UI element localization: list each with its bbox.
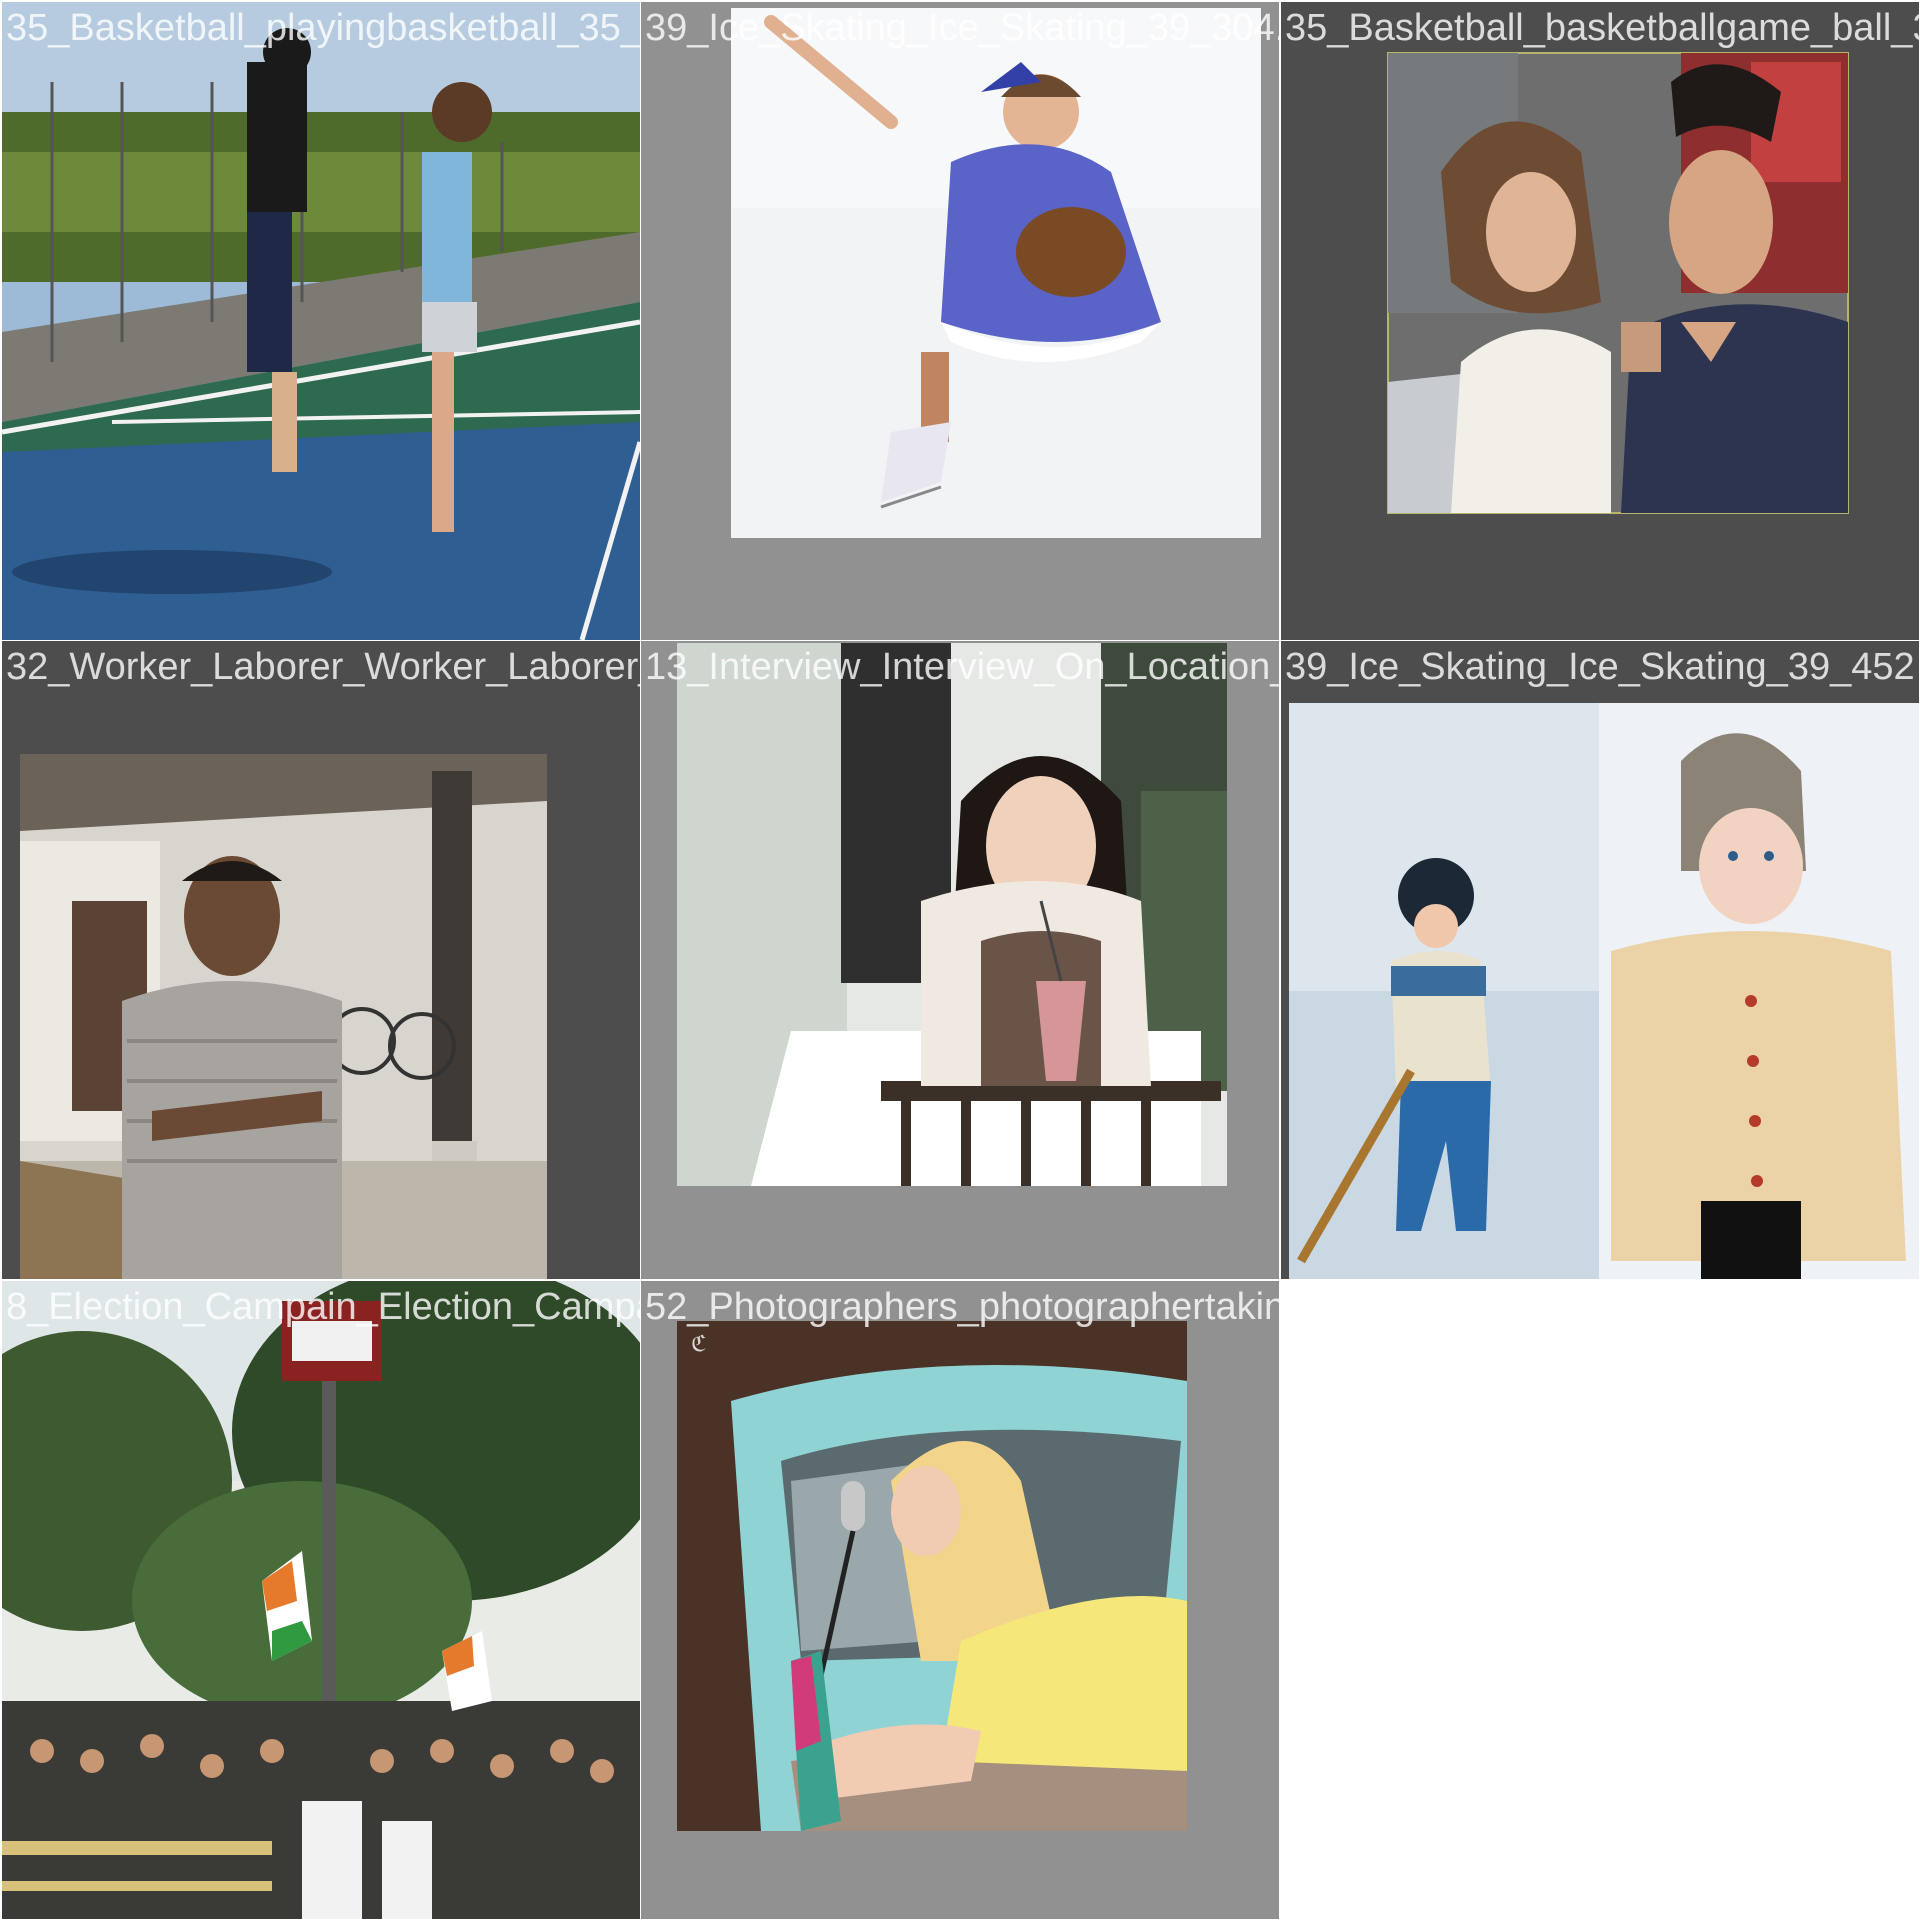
photo-basketball-court bbox=[2, 2, 640, 640]
grid-tile-couple-stands[interactable]: 35_Basketball_basketballgame_ball_3 bbox=[1281, 2, 1919, 640]
grid-tile-interview-woman[interactable]: 13_Interview_Interview_On_Location_13_94 bbox=[641, 641, 1279, 1279]
grid-tile-kids-skating[interactable]: 39_Ice_Skating_Ice_Skating_39_452 bbox=[1281, 641, 1919, 1279]
photo-interview-woman bbox=[641, 641, 1279, 1279]
empty-grid-slot bbox=[1281, 1281, 1919, 1919]
grid-tile-basketball-court[interactable]: 35_Basketball_playingbasketball_35_4 bbox=[2, 2, 640, 640]
photo-worker-laborer bbox=[2, 641, 640, 1279]
photo-election-campaign bbox=[2, 1281, 640, 1919]
photo-kids-skating bbox=[1281, 641, 1919, 1279]
photo-couple-stands bbox=[1281, 2, 1919, 640]
photo-ice-skating-girl bbox=[641, 2, 1279, 640]
grid-tile-ice-skating-girl[interactable]: 39_Ice_Skating_Ice_Skating_39_304.jpg bbox=[641, 2, 1279, 640]
image-grid: 35_Basketball_playingbasketball_35_4 39_… bbox=[0, 0, 1920, 1920]
grid-tile-worker-laborer[interactable]: 32_Worker_Laborer_Worker_Laborer_32_5 bbox=[2, 641, 640, 1279]
photo-photographer-singer: ℭ bbox=[641, 1281, 1279, 1919]
grid-tile-photographer-singer[interactable]: ℭ 52_Photographers_photographertakingpho… bbox=[641, 1281, 1279, 1919]
watermark-logo: ℭ bbox=[691, 1332, 706, 1357]
grid-tile-election-campaign[interactable]: 8_Election_Campain_Election_Campaign_8_1 bbox=[2, 1281, 640, 1919]
